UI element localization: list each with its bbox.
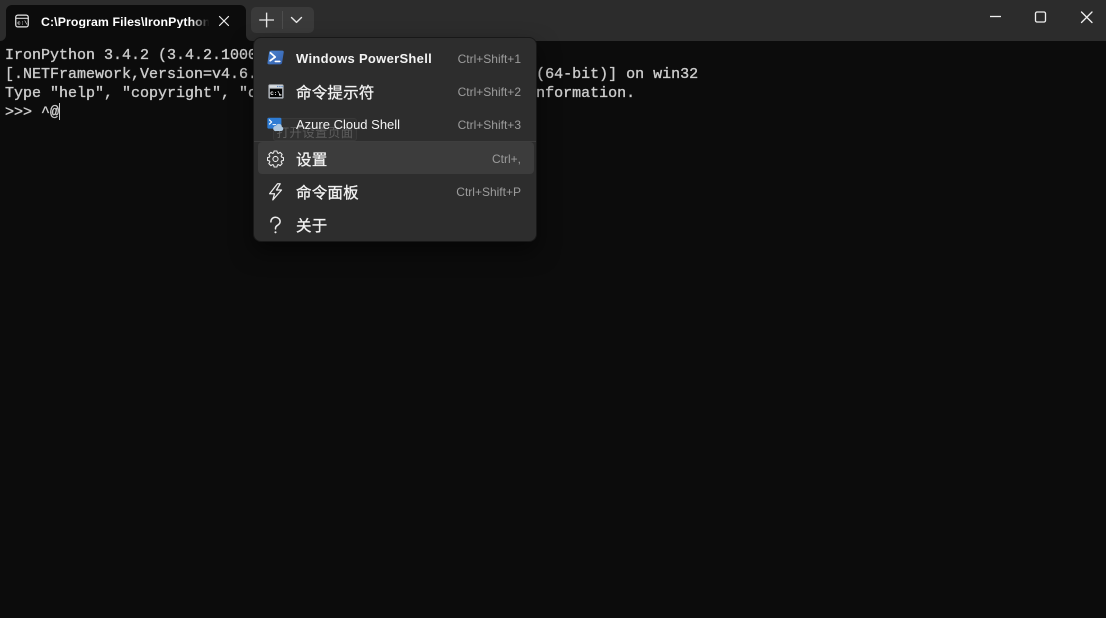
svg-text:C:\: C:\ [270,90,281,97]
svg-text:c:\: c:\ [17,20,28,27]
